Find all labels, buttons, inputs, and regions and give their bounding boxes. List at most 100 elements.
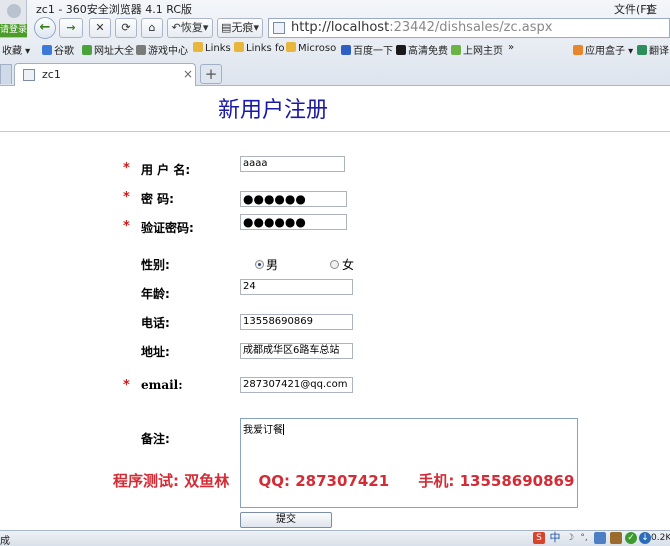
page-title: 新用户注册: [218, 98, 329, 123]
incognito-label: 无痕: [231, 21, 254, 34]
tab-zc1[interactable]: zc1 ×: [14, 63, 196, 86]
submit-button[interactable]: 提交: [240, 512, 332, 528]
tester-qq: QQ: 287307421: [258, 472, 390, 490]
ime-mode[interactable]: 中: [549, 532, 561, 544]
email-label: email:: [141, 378, 183, 392]
tester-overlay: 程序测试: 双鱼林 QQ: 287307421 手机: 13558690869: [113, 470, 598, 491]
back-button[interactable]: ←: [34, 17, 56, 39]
gender-male-label: 男: [266, 258, 279, 272]
undo-icon: ↶: [171, 21, 181, 34]
new-tab-button[interactable]: +: [200, 64, 222, 84]
remark-textarea[interactable]: 我爱订餐: [240, 418, 578, 508]
tester-mobile: 手机: 13558690869: [418, 472, 575, 490]
app-box-icon: [573, 45, 583, 55]
moon-icon[interactable]: ☽: [564, 532, 576, 544]
incognito-button[interactable]: ▤无痕▾: [217, 18, 263, 38]
home-button[interactable]: ⌂: [141, 18, 163, 38]
address-bar[interactable]: http://localhost:23442/dishsales/zc.aspx: [268, 18, 670, 38]
page-icon: [23, 69, 35, 81]
address-host: http://localhost: [291, 20, 390, 35]
username-input[interactable]: aaaa: [240, 156, 345, 172]
favorite-item[interactable]: 网址大全: [82, 42, 134, 57]
home-page-icon: [451, 45, 461, 55]
shield-icon[interactable]: ✓: [625, 532, 637, 544]
keyboard-icon[interactable]: [594, 532, 606, 544]
refresh-button[interactable]: ⟳: [115, 18, 137, 38]
user-avatar[interactable]: 请登录: [0, 0, 27, 38]
google-icon: [42, 45, 52, 55]
favorite-item[interactable]: 百度一下: [341, 42, 393, 57]
favorite-item[interactable]: Links fo: [234, 42, 285, 54]
forward-arrow-icon: →: [66, 21, 76, 34]
menu-view[interactable]: 查: [646, 1, 657, 17]
avatar-icon: [7, 4, 21, 18]
required-mark: *: [123, 378, 130, 393]
required-mark: *: [123, 161, 130, 176]
stop-button[interactable]: ✕: [89, 18, 111, 38]
phone-label: 电话:: [141, 316, 170, 330]
password-label: 密 码:: [141, 192, 174, 206]
favorite-item[interactable]: 谷歌: [42, 42, 74, 57]
close-icon: ✕: [95, 21, 105, 34]
folder-icon: [234, 42, 244, 52]
incognito-icon: ▤: [221, 21, 232, 34]
favorites-more[interactable]: »: [508, 42, 514, 53]
restore-button[interactable]: ↶恢复▾: [167, 18, 213, 38]
password-input[interactable]: ●●●●●●: [240, 191, 347, 207]
window-title: zc1 - 360安全浏览器 4.1 RC版: [36, 3, 193, 16]
home-icon: ⌂: [148, 21, 156, 34]
address-input[interactable]: 成都成华区6路车总站: [240, 343, 353, 359]
text-caret: [283, 424, 284, 435]
gender-female-label: 女: [342, 258, 355, 272]
punctuation-icon[interactable]: °,: [578, 532, 590, 544]
tab-bar: zc1 × +: [0, 60, 670, 86]
remark-text: 我爱订餐: [243, 425, 283, 436]
title-divider: [0, 131, 670, 132]
gender-female-radio[interactable]: [330, 260, 339, 269]
favorite-item[interactable]: 游戏中心: [136, 42, 188, 57]
back-arrow-icon: ←: [39, 20, 51, 35]
refresh-icon: ⟳: [121, 21, 131, 34]
remark-label: 备注:: [141, 432, 170, 446]
required-mark: *: [123, 190, 130, 205]
favorites-bar: 收藏 ▾ 谷歌 网址大全 游戏中心 Links Links fo Microso…: [0, 40, 670, 58]
tab-scroll-left[interactable]: [0, 64, 12, 84]
favorite-item[interactable]: Microso: [286, 42, 336, 54]
video-icon: [396, 45, 406, 55]
status-text: 成: [0, 536, 10, 546]
login-label[interactable]: 请登录: [0, 24, 27, 37]
favorites-collect[interactable]: 收藏 ▾: [2, 42, 30, 57]
required-mark: *: [123, 219, 130, 234]
speed-readout: 0.2K: [651, 533, 670, 543]
translate-button[interactable]: 翻译: [637, 42, 669, 57]
title-bar: zc1 - 360安全浏览器 4.1 RC版 文件(F) 查: [0, 0, 670, 16]
forward-button[interactable]: →: [59, 18, 83, 38]
download-icon[interactable]: ↓: [639, 532, 651, 544]
favorite-item[interactable]: Links: [193, 42, 231, 54]
confirm-password-input[interactable]: ●●●●●●: [240, 214, 347, 230]
navigation-bar: ← → ✕ ⟳ ⌂ ↶恢复▾ ▤无痕▾ http://localhost:234…: [28, 16, 670, 40]
chevron-down-icon: ▾: [253, 21, 259, 34]
tester-name: 程序测试: 双鱼林: [113, 472, 230, 490]
username-label: 用 户 名:: [141, 163, 191, 177]
sogou-icon[interactable]: S: [533, 532, 545, 544]
paw-icon: [341, 45, 351, 55]
gender-male-radio[interactable]: [255, 260, 264, 269]
translate-icon: [637, 45, 647, 55]
favorite-item[interactable]: 高清免费: [396, 42, 448, 57]
status-bar: 成 S 中 ☽ °, ✓ ↓ 0.2K: [0, 530, 670, 546]
close-icon[interactable]: ×: [183, 67, 193, 81]
favorite-item[interactable]: 上网主页: [451, 42, 503, 57]
folder-icon: [193, 42, 203, 52]
chevron-down-icon: ▾: [202, 21, 209, 34]
tools-icon[interactable]: [610, 532, 622, 544]
phone-input[interactable]: 13558690869: [240, 314, 353, 330]
gamepad-icon: [136, 45, 146, 55]
collect-label: 收藏: [2, 46, 22, 57]
confirm-password-label: 验证密码:: [141, 221, 194, 235]
app-box-button[interactable]: 应用盒子 ▾: [573, 42, 633, 57]
restore-label: 恢复: [180, 21, 203, 34]
age-input[interactable]: 24: [240, 279, 353, 295]
email-input[interactable]: 287307421@qq.com: [240, 377, 353, 393]
address-path: :23442/dishsales/zc.aspx: [389, 20, 553, 35]
